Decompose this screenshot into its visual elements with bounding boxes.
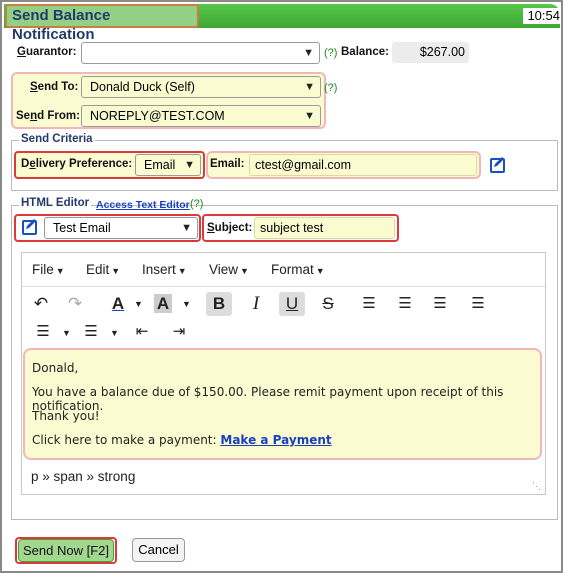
caret-down-icon[interactable]: ▼ bbox=[182, 299, 191, 309]
guarantor-select[interactable]: ▼ bbox=[81, 42, 320, 64]
menu-file[interactable]: File ▼ bbox=[32, 262, 65, 277]
redo-icon[interactable]: ↷ bbox=[62, 292, 88, 316]
menu-edit[interactable]: Edit ▼ bbox=[86, 262, 120, 277]
email-field[interactable]: ctest@gmail.com bbox=[249, 154, 477, 176]
chevron-down-icon: ▼ bbox=[181, 222, 192, 234]
send-to-help[interactable]: (?) bbox=[324, 82, 337, 94]
send-now-button[interactable]: Send Now [F2] bbox=[18, 539, 114, 562]
edit-template-icon[interactable] bbox=[22, 219, 37, 235]
menu-format[interactable]: Format ▼ bbox=[271, 262, 325, 277]
bold-icon[interactable]: B bbox=[206, 292, 232, 316]
caret-down-icon: ▼ bbox=[55, 266, 65, 276]
guarantor-help[interactable]: (?) bbox=[324, 47, 337, 59]
editor-status-path: p » span » strong bbox=[31, 469, 136, 484]
chevron-down-icon: ▼ bbox=[304, 81, 315, 93]
delivery-preference-select[interactable]: Email ▼ bbox=[135, 154, 201, 176]
template-select[interactable]: Test Email ▼ bbox=[44, 217, 198, 239]
dialog-title: Send Balance Notification bbox=[5, 4, 199, 43]
send-to-label: Send To: bbox=[30, 81, 79, 93]
chevron-down-icon: ▼ bbox=[303, 47, 314, 59]
make-payment-link[interactable]: Make a Payment bbox=[220, 433, 331, 447]
align-right-icon[interactable]: ☰ bbox=[427, 292, 453, 316]
chevron-down-icon: ▼ bbox=[184, 159, 195, 171]
caret-down-icon: ▼ bbox=[177, 266, 187, 276]
body-payment-line: Click here to make a payment: Make a Pay… bbox=[32, 433, 332, 447]
delivery-preference-label: Delivery Preference: bbox=[21, 158, 133, 170]
caret-down-icon[interactable]: ▼ bbox=[62, 328, 71, 338]
send-from-value: NOREPLY@TEST.COM bbox=[90, 109, 225, 123]
cancel-button[interactable]: Cancel bbox=[132, 538, 185, 562]
send-from-select[interactable]: NOREPLY@TEST.COM ▼ bbox=[81, 105, 321, 127]
email-label: Email: bbox=[210, 158, 245, 170]
underline-icon[interactable]: U bbox=[279, 292, 305, 316]
background-color-icon[interactable]: A bbox=[150, 292, 176, 316]
caret-down-icon: ▼ bbox=[111, 266, 121, 276]
template-value: Test Email bbox=[53, 221, 111, 235]
align-justify-icon[interactable]: ☰ bbox=[465, 292, 491, 316]
html-editor-legend: HTML Editor bbox=[19, 197, 92, 209]
chevron-down-icon: ▼ bbox=[304, 110, 315, 122]
send-balance-dialog: Send Balance Notification 10:54 Guaranto… bbox=[0, 0, 563, 573]
guarantor-label: Guarantor: bbox=[17, 46, 77, 58]
indent-icon[interactable]: ⇥ bbox=[166, 320, 192, 344]
access-text-editor-link[interactable]: Access Text Editor bbox=[96, 199, 190, 211]
payment-prefix: Click here to make a payment: bbox=[32, 433, 217, 447]
send-criteria-legend: Send Criteria bbox=[19, 133, 95, 145]
body-greeting: Donald, bbox=[32, 361, 79, 375]
body-balance-text: You have a balance due of $150.00. Pleas… bbox=[32, 385, 504, 413]
editor-menubar: File ▼ Edit ▼ Insert ▼ View ▼ Format ▼ bbox=[22, 253, 545, 287]
caret-down-icon: ▼ bbox=[240, 266, 249, 276]
align-left-icon[interactable]: ☰ bbox=[356, 292, 382, 316]
undo-icon[interactable]: ↶ bbox=[28, 292, 54, 316]
text-color-icon[interactable]: A bbox=[105, 292, 131, 316]
balance-label: Balance: bbox=[341, 46, 389, 58]
edit-icon[interactable] bbox=[490, 157, 505, 173]
subject-field[interactable]: subject test bbox=[254, 217, 395, 239]
send-to-select[interactable]: Donald Duck (Self) ▼ bbox=[81, 76, 321, 98]
strikethrough-icon[interactable]: S bbox=[315, 292, 341, 316]
bullet-list-icon[interactable]: ☰ bbox=[30, 320, 56, 344]
delivery-preference-value: Email bbox=[144, 158, 176, 172]
balance-value: $267.00 bbox=[392, 42, 469, 63]
numbered-list-icon[interactable]: ☰ bbox=[78, 320, 104, 344]
resize-handle-icon[interactable]: ⋱ bbox=[532, 481, 542, 491]
caret-down-icon: ▼ bbox=[315, 266, 325, 276]
send-from-label: Send From: bbox=[16, 110, 80, 122]
caret-down-icon[interactable]: ▼ bbox=[110, 328, 119, 338]
caret-down-icon[interactable]: ▼ bbox=[134, 299, 143, 309]
align-center-icon[interactable]: ☰ bbox=[392, 292, 418, 316]
clock: 10:54 bbox=[523, 8, 561, 24]
menu-view[interactable]: View ▼ bbox=[209, 262, 249, 277]
body-thanks: Thank you! bbox=[32, 409, 100, 423]
send-to-value: Donald Duck (Self) bbox=[90, 80, 195, 94]
html-editor-help[interactable]: (?) bbox=[190, 198, 203, 210]
editor-content[interactable]: Donald, You have a balance due of $150.0… bbox=[23, 348, 542, 460]
outdent-icon[interactable]: ⇤ bbox=[129, 320, 155, 344]
subject-label: Subject: bbox=[207, 222, 253, 234]
menu-insert[interactable]: Insert ▼ bbox=[142, 262, 187, 277]
rich-text-editor: File ▼ Edit ▼ Insert ▼ View ▼ Format ▼ ↶ ↷ A … bbox=[21, 252, 546, 495]
italic-icon[interactable]: I bbox=[243, 292, 269, 316]
